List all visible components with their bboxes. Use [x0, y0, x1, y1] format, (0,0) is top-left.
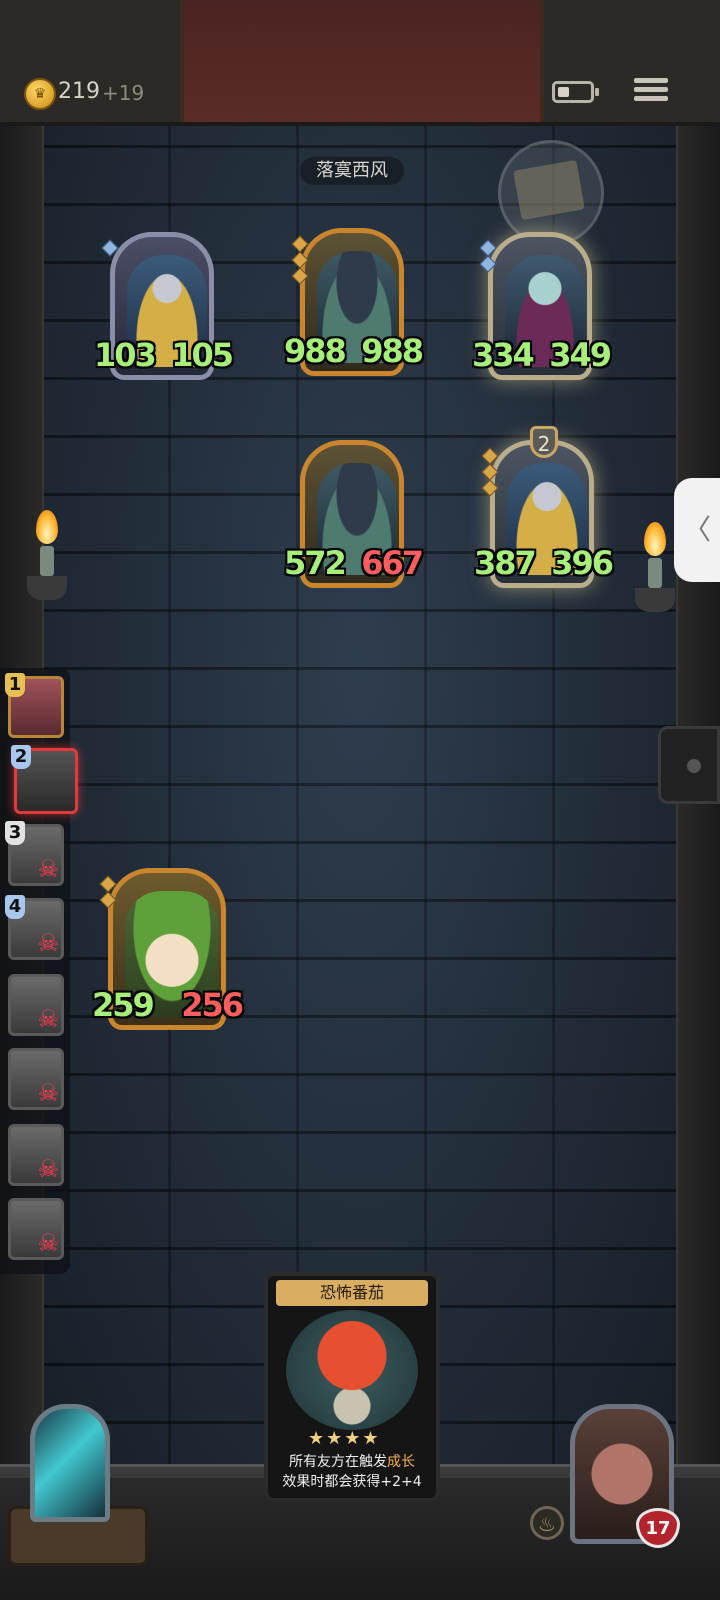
roster-slot-5[interactable]: ☠: [8, 974, 64, 1036]
top-bar: ♛ 219 +19: [0, 0, 720, 126]
ally-unit[interactable]: 259 256: [92, 868, 244, 1034]
skull-icon: ☠: [37, 1155, 59, 1183]
skull-icon: ☠: [37, 1005, 59, 1033]
roster-slot-2[interactable]: 2: [11, 745, 78, 814]
skull-icon: ☠: [37, 855, 59, 883]
portal-button[interactable]: [30, 1404, 110, 1522]
gold-count: 219: [58, 79, 100, 104]
door-knob: [658, 726, 720, 804]
enemy-unit-2[interactable]: 988 988: [284, 228, 424, 380]
roster-slot-3[interactable]: 3 ☠: [5, 821, 64, 886]
enemy-unit-5[interactable]: 2 387 396: [474, 426, 614, 592]
unit-attack: 988: [284, 332, 347, 370]
unit-attack: 259: [92, 986, 155, 1024]
roster-slot-6[interactable]: ☠: [8, 1048, 64, 1110]
unit-health-damaged: 256: [181, 986, 244, 1024]
roster-slot-1[interactable]: 1: [5, 673, 64, 738]
tomato-portrait: [286, 1310, 418, 1430]
slot-number: 1: [5, 673, 25, 697]
unit-attack: 572: [284, 544, 347, 582]
unit-attack: 103: [94, 336, 157, 374]
skull-icon: ☠: [37, 1079, 59, 1107]
battery-icon: [552, 81, 599, 103]
torch-right: [635, 522, 675, 612]
skull-icon: ☠: [37, 929, 59, 957]
roster-slot-8[interactable]: ☠: [8, 1198, 64, 1260]
area-title: 落寞西风: [300, 157, 404, 185]
roster-slot-7[interactable]: ☠: [8, 1124, 64, 1186]
bell-icon[interactable]: ♨: [530, 1506, 564, 1540]
unit-health: 105: [171, 336, 234, 374]
curtain: [180, 0, 544, 122]
enemy-unit-3[interactable]: 334 349: [472, 232, 612, 384]
unit-card[interactable]: 恐怖番茄 ★★★★ 所有友方在触发成长 效果时都会获得+2+4: [264, 1272, 440, 1502]
enemy-unit-1[interactable]: 103 105: [94, 232, 234, 384]
unit-health: 396: [551, 544, 614, 582]
slot-number: 2: [11, 745, 31, 769]
map-button[interactable]: [498, 140, 604, 246]
team-roster: 1 2 3 ☠ 4 ☠ ☠ ☠ ☠ ☠: [0, 668, 78, 1274]
card-title: 恐怖番茄: [276, 1280, 428, 1306]
unit-attack: 387: [474, 544, 537, 582]
enemy-unit-4[interactable]: 572 667: [284, 440, 424, 592]
unit-health: 988: [361, 332, 424, 370]
level-badge: 2: [530, 426, 558, 458]
flame-icon: [36, 510, 58, 544]
card-description: 所有友方在触发成长 效果时都会获得+2+4: [282, 1454, 422, 1490]
flame-icon: [644, 522, 666, 556]
slot-number: 4: [5, 895, 25, 919]
roster-slot-4[interactable]: 4 ☠: [5, 895, 64, 960]
map-icon: [513, 159, 585, 221]
torch-left: [27, 510, 67, 600]
skull-icon: ☠: [37, 1229, 59, 1257]
unit-health: 349: [549, 336, 612, 374]
unit-attack: 334: [472, 336, 535, 374]
gold-bonus: +19: [102, 81, 145, 105]
keyword-growth: 成长: [387, 1454, 415, 1470]
game-screen: ♛ 219 +19 落寞西风 103 105 988 988 334 349 5…: [0, 0, 720, 1600]
hamburger-menu-icon[interactable]: [634, 74, 668, 108]
slot-number: 3: [5, 821, 25, 845]
unit-health-damaged: 667: [361, 544, 424, 582]
side-drawer-handle[interactable]: 〈: [674, 478, 720, 582]
crown-coin-icon: ♛: [24, 78, 56, 110]
star-rating: ★★★★: [308, 1428, 381, 1449]
